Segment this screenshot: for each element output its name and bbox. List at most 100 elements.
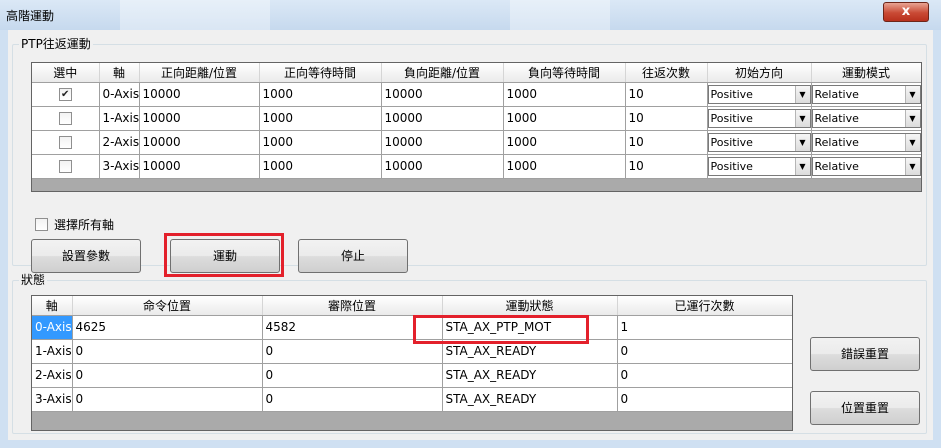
error-reset-button[interactable]: 錯誤重置 bbox=[810, 337, 920, 371]
status-axis-cell: 3-Axis bbox=[32, 387, 73, 412]
direction-dropdown[interactable]: Positive ▼ bbox=[707, 156, 810, 176]
ptp-column-header[interactable]: 正向等待時間 bbox=[259, 63, 382, 83]
ptp-count-cell[interactable]: 10 bbox=[625, 154, 708, 179]
status-cmd-pos-cell: 0 bbox=[72, 363, 263, 388]
ptp-axis-cell: 2-Axis bbox=[99, 130, 140, 155]
ptp-rev-wait-cell[interactable]: 1000 bbox=[503, 130, 626, 155]
stop-button[interactable]: 停止 bbox=[298, 239, 408, 273]
status-axis-cell: 0-Axis bbox=[32, 315, 73, 340]
state-cell-highlight bbox=[413, 315, 589, 344]
ptp-mode-cell[interactable]: Relative ▼ bbox=[811, 106, 921, 131]
chevron-down-icon[interactable]: ▼ bbox=[794, 109, 810, 127]
ptp-rev-dist-cell[interactable]: 10000 bbox=[381, 154, 504, 179]
status-group: 狀態 軸命令位置 審際位置 運動狀態 已運行次數 0-Axis 4625 4582 STA_… bbox=[12, 273, 927, 434]
mode-value: Relative bbox=[814, 135, 859, 149]
chevron-down-icon[interactable]: ▼ bbox=[794, 133, 810, 151]
title-bar: 高階運動 x bbox=[0, 0, 941, 30]
ptp-column-header[interactable]: 往返次數 bbox=[625, 63, 708, 83]
ptp-direction-cell[interactable]: Positive ▼ bbox=[707, 130, 812, 155]
mode-dropdown[interactable]: Relative ▼ bbox=[811, 84, 920, 104]
ptp-rev-dist-cell[interactable]: 10000 bbox=[381, 130, 504, 155]
ptp-fwd-dist-cell[interactable]: 10000 bbox=[139, 154, 260, 179]
ptp-mode-cell[interactable]: Relative ▼ bbox=[811, 82, 921, 107]
axis-checkbox[interactable]: ✔ bbox=[58, 88, 72, 101]
chevron-down-icon[interactable]: ▼ bbox=[904, 133, 920, 151]
chevron-down-icon[interactable]: ▼ bbox=[904, 157, 920, 175]
position-reset-button[interactable]: 位置重置 bbox=[810, 391, 920, 425]
ptp-fwd-dist-cell[interactable]: 10000 bbox=[139, 82, 260, 107]
ptp-count-cell[interactable]: 10 bbox=[625, 130, 708, 155]
status-column-header[interactable]: 命令位置 bbox=[72, 296, 263, 316]
ptp-fwd-wait-cell[interactable]: 1000 bbox=[259, 154, 382, 179]
ptp-rev-wait-cell[interactable]: 1000 bbox=[503, 106, 626, 131]
status-grid[interactable]: 軸命令位置 審際位置 運動狀態 已運行次數 0-Axis 4625 4582 STA_AX_… bbox=[31, 295, 793, 431]
ptp-select-cell[interactable]: ✔ bbox=[32, 82, 100, 107]
ptp-grid[interactable]: 選中軸正向距離/位置 正向等待時間 負向距離/位置 負向等待時間 往返次數 初始方向 運動模… bbox=[31, 62, 922, 192]
window-title: 高階運動 bbox=[6, 9, 55, 23]
chevron-down-icon[interactable]: ▼ bbox=[904, 85, 920, 103]
direction-dropdown[interactable]: Positive ▼ bbox=[707, 132, 810, 152]
ptp-row: ✔ 0-Axis 10000 1000 10000 1000 10 Positive ▼ Rela… bbox=[32, 82, 921, 107]
chevron-down-icon[interactable]: ▼ bbox=[794, 157, 810, 175]
status-cmd-pos-cell: 0 bbox=[72, 387, 263, 412]
ptp-mode-cell[interactable]: Relative ▼ bbox=[811, 154, 921, 179]
ptp-count-cell[interactable]: 10 bbox=[625, 106, 708, 131]
select-all-axes[interactable]: 選擇所有軸 bbox=[35, 216, 114, 233]
ptp-fwd-wait-cell[interactable]: 1000 bbox=[259, 82, 382, 107]
ptp-select-cell[interactable] bbox=[32, 106, 100, 131]
ptp-fwd-wait-cell[interactable]: 1000 bbox=[259, 130, 382, 155]
status-column-header[interactable]: 審際位置 bbox=[262, 296, 443, 316]
ptp-direction-cell[interactable]: Positive ▼ bbox=[707, 154, 812, 179]
ptp-axis-cell: 0-Axis bbox=[99, 82, 140, 107]
direction-value: Positive bbox=[710, 159, 753, 173]
status-group-title: 狀態 bbox=[19, 273, 48, 287]
chevron-down-icon[interactable]: ▼ bbox=[904, 109, 920, 127]
move-button-highlight bbox=[164, 233, 284, 277]
chevron-down-icon[interactable]: ▼ bbox=[794, 85, 810, 103]
ptp-direction-cell[interactable]: Positive ▼ bbox=[707, 82, 812, 107]
ptp-fwd-wait-cell[interactable]: 1000 bbox=[259, 106, 382, 131]
ptp-row: 1-Axis 10000 1000 10000 1000 10 Positive ▼ Relat… bbox=[32, 106, 921, 131]
status-column-header[interactable]: 運動狀態 bbox=[442, 296, 618, 316]
ptp-rev-dist-cell[interactable]: 10000 bbox=[381, 106, 504, 131]
ptp-rev-dist-cell[interactable]: 10000 bbox=[381, 82, 504, 107]
ptp-column-header[interactable]: 選中 bbox=[32, 63, 100, 83]
mode-dropdown[interactable]: Relative ▼ bbox=[811, 108, 920, 128]
ptp-axis-cell: 3-Axis bbox=[99, 154, 140, 179]
ptp-direction-cell[interactable]: Positive ▼ bbox=[707, 106, 812, 131]
direction-dropdown[interactable]: Positive ▼ bbox=[707, 84, 810, 104]
ptp-select-cell[interactable] bbox=[32, 154, 100, 179]
ptp-fwd-dist-cell[interactable]: 10000 bbox=[139, 106, 260, 131]
ptp-column-header[interactable]: 運動模式 bbox=[811, 63, 921, 83]
status-row: 1-Axis 0 0 STA_AX_READY 0 bbox=[32, 339, 792, 364]
ptp-axis-cell: 1-Axis bbox=[99, 106, 140, 131]
status-column-header[interactable]: 軸 bbox=[32, 296, 73, 316]
ptp-column-header[interactable]: 負向等待時間 bbox=[503, 63, 626, 83]
ptp-mode-cell[interactable]: Relative ▼ bbox=[811, 130, 921, 155]
ptp-count-cell[interactable]: 10 bbox=[625, 82, 708, 107]
ptp-column-header[interactable]: 正向距離/位置 bbox=[139, 63, 260, 83]
ptp-column-header[interactable]: 初始方向 bbox=[707, 63, 812, 83]
ptp-column-header[interactable]: 軸 bbox=[99, 63, 140, 83]
dialog-client-area: PTP往返運動 選中軸正向距離/位置 正向等待時間 負向距離/位置 負向等待時間 往返次… bbox=[8, 30, 933, 440]
select-all-label: 選擇所有軸 bbox=[54, 218, 115, 232]
ptp-fwd-dist-cell[interactable]: 10000 bbox=[139, 130, 260, 155]
select-all-checkbox[interactable] bbox=[35, 218, 48, 231]
axis-checkbox[interactable] bbox=[58, 112, 72, 125]
status-column-header[interactable]: 已運行次數 bbox=[617, 296, 792, 316]
status-cmd-pos-cell: 4625 bbox=[72, 315, 263, 340]
axis-checkbox[interactable] bbox=[58, 136, 72, 149]
direction-dropdown[interactable]: Positive ▼ bbox=[707, 108, 810, 128]
mode-dropdown[interactable]: Relative ▼ bbox=[811, 132, 920, 152]
status-act-pos-cell: 0 bbox=[262, 387, 443, 412]
status-runs-cell: 0 bbox=[617, 339, 792, 364]
mode-dropdown[interactable]: Relative ▼ bbox=[811, 156, 920, 176]
ptp-rev-wait-cell[interactable]: 1000 bbox=[503, 154, 626, 179]
ptp-rev-wait-cell[interactable]: 1000 bbox=[503, 82, 626, 107]
mode-value: Relative bbox=[814, 87, 859, 101]
set-params-button[interactable]: 設置參數 bbox=[31, 239, 141, 273]
axis-checkbox[interactable] bbox=[58, 160, 72, 173]
ptp-select-cell[interactable] bbox=[32, 130, 100, 155]
ptp-column-header[interactable]: 負向距離/位置 bbox=[381, 63, 504, 83]
close-button[interactable]: x bbox=[883, 2, 929, 22]
